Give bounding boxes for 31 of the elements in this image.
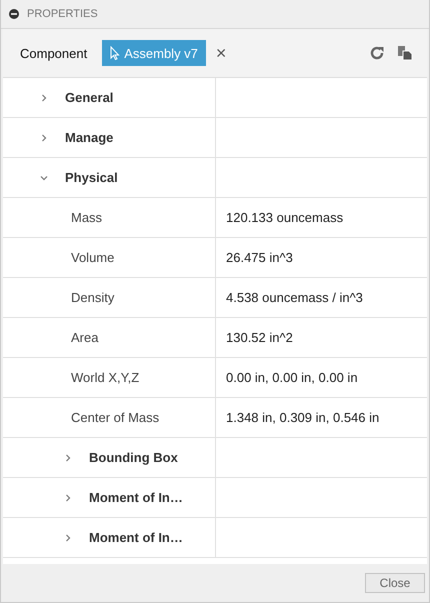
property-value: 120.133 ouncemass (226, 210, 344, 225)
property-label: Density (71, 290, 114, 305)
chevron-right-icon[interactable] (63, 492, 73, 502)
group-label[interactable]: Moment of In… (89, 530, 183, 545)
property-value: 1.348 in, 0.309 in, 0.546 in (226, 410, 380, 425)
collapse-icon[interactable] (9, 9, 19, 19)
copy-button[interactable] (397, 45, 413, 61)
group-label[interactable]: Physical (65, 170, 118, 185)
chevron-right-icon[interactable] (39, 92, 49, 102)
property-value: 130.52 in^2 (226, 330, 293, 345)
property-label: Center of Mass (71, 410, 160, 425)
property-value: 26.475 in^3 (226, 250, 293, 265)
cursor-icon (110, 46, 120, 60)
chevron-right-icon[interactable] (63, 452, 73, 462)
property-value: 0.00 in, 0.00 in, 0.00 in (226, 370, 358, 385)
group-label[interactable]: General (65, 90, 114, 105)
refresh-button[interactable] (369, 45, 385, 61)
chevron-right-icon[interactable] (63, 532, 73, 542)
component-label: Component (20, 46, 88, 60)
property-label: Mass (71, 210, 102, 225)
property-label: Volume (71, 250, 114, 265)
group-label[interactable]: Moment of In… (89, 490, 183, 505)
chevron-right-icon[interactable] (39, 132, 49, 142)
property-value: 4.538 ouncemass / in^3 (226, 290, 363, 305)
property-label: World X,Y,Z (71, 370, 140, 385)
group-label[interactable]: Manage (65, 130, 114, 145)
panel-title: PROPERTIES (27, 8, 98, 20)
close-button[interactable]: Close (365, 573, 425, 593)
property-label: Area (71, 330, 98, 345)
clear-button[interactable]: × (214, 42, 228, 64)
group-label[interactable]: Bounding Box (89, 450, 178, 465)
